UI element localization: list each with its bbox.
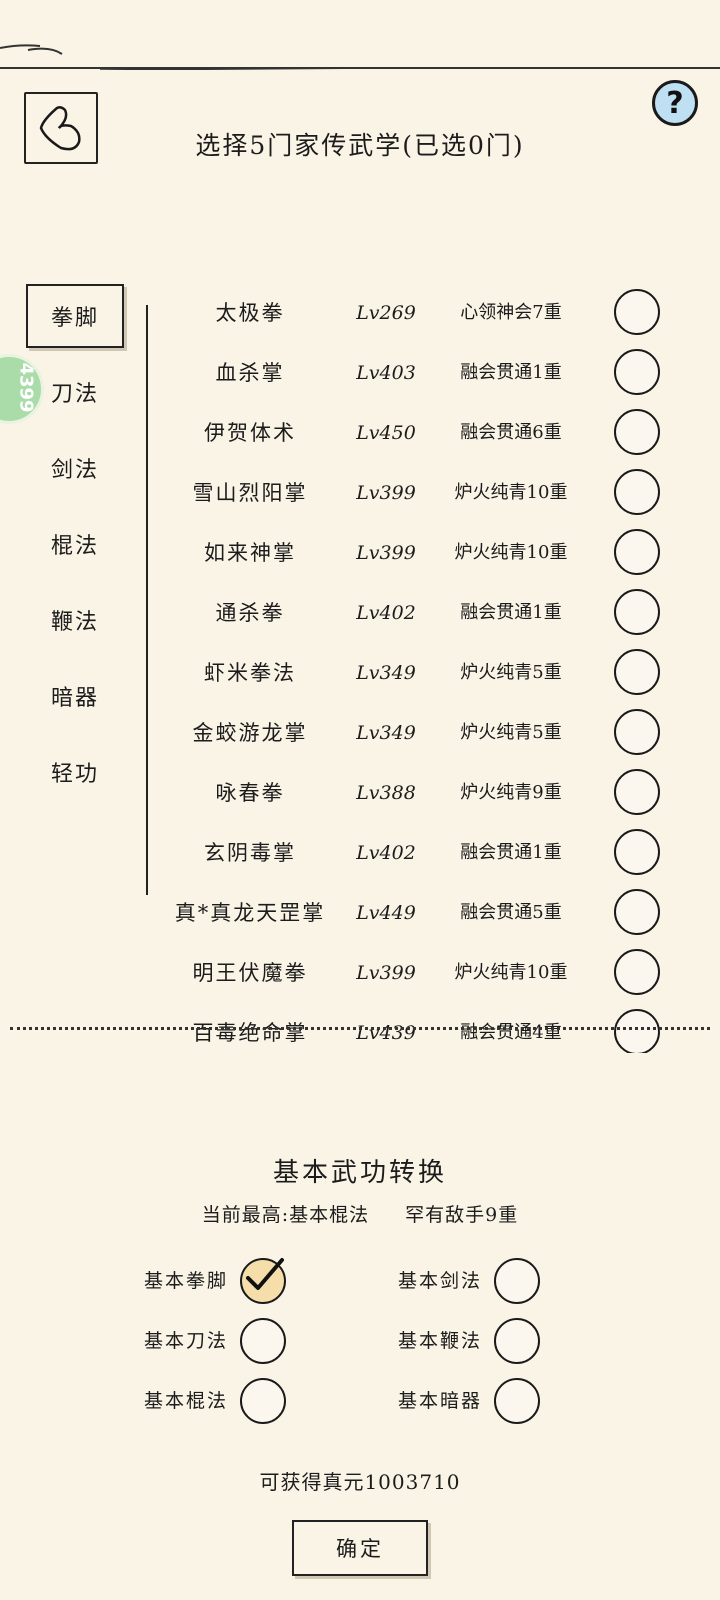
- top-divider: [0, 44, 720, 70]
- select-circle[interactable]: [614, 949, 660, 995]
- select-circle[interactable]: [614, 769, 660, 815]
- tab-gunfa[interactable]: 棍法: [26, 512, 124, 576]
- option-checkbox[interactable]: [494, 1378, 540, 1424]
- skill-row[interactable]: 明王伏魔拳 Lv399 炉火纯青10重: [160, 943, 680, 1003]
- select-circle[interactable]: [614, 409, 660, 455]
- option-checkbox[interactable]: [494, 1258, 540, 1304]
- conversion-current: 当前最高:基本棍法 罕有敌手9重: [0, 1200, 720, 1227]
- checkmark-icon: [246, 1258, 284, 1290]
- skill-row[interactable]: 伊贺体术 Lv450 融会贯通6重: [160, 403, 680, 463]
- option-checkbox[interactable]: [240, 1258, 286, 1304]
- tab-jianfa[interactable]: 剑法: [26, 436, 124, 500]
- help-icon: ?: [666, 85, 684, 121]
- skill-row[interactable]: 玄阴毒掌 Lv402 融会贯通1重: [160, 823, 680, 883]
- list-bottom-divider: [10, 1027, 710, 1030]
- option-checkbox[interactable]: [494, 1318, 540, 1364]
- skill-list[interactable]: 太极拳 Lv269 心领神会7重 血杀掌 Lv403 融会贯通1重 伊贺体术 Lv450 融…: [160, 283, 680, 1053]
- tab-qinggong[interactable]: 轻功: [26, 740, 124, 804]
- confirm-button[interactable]: 确定: [292, 1520, 428, 1576]
- tab-separator: [146, 305, 148, 895]
- select-circle[interactable]: [614, 589, 660, 635]
- skill-row[interactable]: 金蛟游龙掌 Lv349 炉火纯青5重: [160, 703, 680, 763]
- category-tabs: 拳脚 刀法 剑法 棍法 鞭法 暗器 轻功: [26, 284, 124, 816]
- reward-text: 可获得真元1003710: [259, 1470, 461, 1494]
- select-circle[interactable]: [614, 1009, 660, 1053]
- current-best-label: 当前最高:基本棍法: [201, 1204, 370, 1226]
- skill-row[interactable]: 真*真龙天罡掌 Lv449 融会贯通5重: [160, 883, 680, 943]
- help-button[interactable]: ?: [652, 80, 698, 126]
- select-circle[interactable]: [614, 649, 660, 695]
- page-title: 选择5门家传武学(已选0门): [195, 131, 525, 160]
- skill-row[interactable]: 咏春拳 Lv388 炉火纯青9重: [160, 763, 680, 823]
- skill-row[interactable]: 如来神掌 Lv399 炉火纯青10重: [160, 523, 680, 583]
- select-circle[interactable]: [614, 709, 660, 755]
- current-best-rank: 罕有敌手9重: [405, 1204, 519, 1226]
- select-circle[interactable]: [614, 349, 660, 395]
- select-circle[interactable]: [614, 889, 660, 935]
- select-circle[interactable]: [614, 469, 660, 515]
- skill-row[interactable]: 通杀拳 Lv402 融会贯通1重: [160, 583, 680, 643]
- tab-daofa[interactable]: 刀法: [26, 360, 124, 424]
- select-circle[interactable]: [614, 289, 660, 335]
- tab-bianfa[interactable]: 鞭法: [26, 588, 124, 652]
- skill-row[interactable]: 虾米拳法 Lv349 炉火纯青5重: [160, 643, 680, 703]
- conversion-title: 基本武功转换: [272, 1158, 447, 1188]
- tab-quanjiao[interactable]: 拳脚: [26, 284, 124, 348]
- option-checkbox[interactable]: [240, 1318, 286, 1364]
- skill-row[interactable]: 太极拳 Lv269 心领神会7重: [160, 283, 680, 343]
- skill-row[interactable]: 雪山烈阳掌 Lv399 炉火纯青10重: [160, 463, 680, 523]
- tab-anqi[interactable]: 暗器: [26, 664, 124, 728]
- skill-row[interactable]: 血杀掌 Lv403 融会贯通1重: [160, 343, 680, 403]
- select-circle[interactable]: [614, 529, 660, 575]
- select-circle[interactable]: [614, 829, 660, 875]
- option-checkbox[interactable]: [240, 1378, 286, 1424]
